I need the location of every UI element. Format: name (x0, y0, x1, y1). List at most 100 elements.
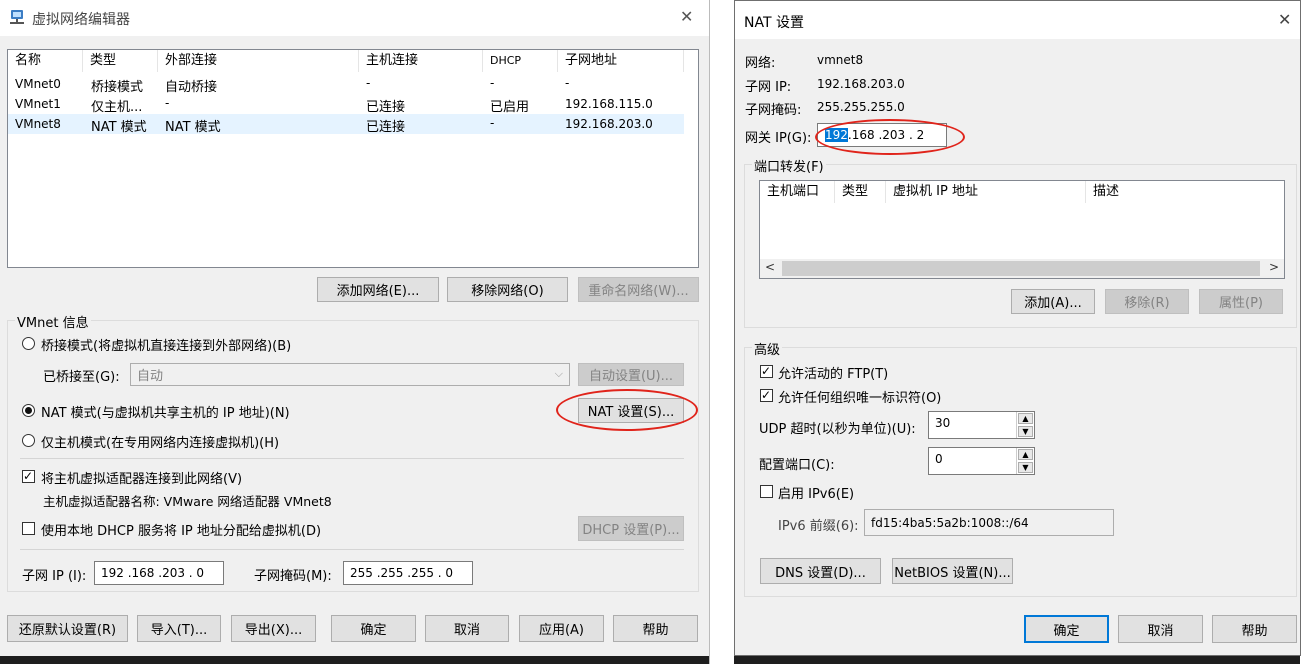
apply-button[interactable]: 应用(A) (519, 615, 604, 642)
adapter-name-text: 主机虚拟适配器名称: VMware 网络适配器 VMnet8 (43, 494, 332, 509)
row-cell: 仅主机... (91, 100, 143, 115)
row-cell: 192.168.115.0 (565, 97, 653, 111)
allow-oui-checkbox[interactable] (760, 387, 773, 403)
network-app-icon (10, 10, 24, 24)
background-window (709, 0, 734, 664)
ok-button[interactable]: 确定 (1024, 615, 1109, 643)
enable-ipv6-checkbox[interactable] (760, 485, 773, 498)
dns-settings-button[interactable]: DNS 设置(D)... (760, 558, 881, 584)
add-button[interactable]: 添加(A)... (1011, 289, 1095, 314)
col-host-port[interactable]: 主机端口 (760, 181, 835, 203)
config-port-label: 配置端口(C): (759, 458, 835, 473)
add-network-button[interactable]: 添加网络(E)... (317, 277, 439, 302)
config-port-input[interactable]: 0 ▲ ▼ (928, 447, 1035, 475)
divider (20, 549, 684, 550)
subnet-mask-value: 255.255.255.0 (817, 100, 905, 114)
down-arrow-icon[interactable]: ▼ (1018, 426, 1033, 437)
col-vm-ip[interactable]: 虚拟机 IP 地址 (886, 181, 1086, 203)
remove-button[interactable]: 移除(R) (1105, 289, 1189, 314)
subnet-ip-label: 子网 IP: (745, 80, 792, 95)
nat-mode-label: NAT 模式(与虚拟机共享主机的 IP 地址)(N) (41, 406, 290, 421)
scroll-left-icon[interactable]: < (765, 260, 775, 274)
nat-settings-button[interactable]: NAT 设置(S)... (578, 398, 684, 423)
cancel-button[interactable]: 取消 (425, 615, 509, 642)
close-icon[interactable]: ✕ (1278, 10, 1291, 29)
row-cell: NAT 模式 (165, 120, 221, 135)
scroll-right-icon[interactable]: > (1269, 260, 1279, 274)
horizontal-scrollbar[interactable]: < > (760, 259, 1284, 278)
config-port-value: 0 (935, 452, 943, 466)
row-cell: - (490, 116, 495, 130)
window-title: NAT 设置 (744, 15, 804, 31)
row-cell: 192.168.203.0 (565, 117, 653, 131)
vmnet-info-group (7, 320, 699, 592)
port-forwarding-list: 主机端口 类型 虚拟机 IP 地址 描述 < > (759, 180, 1285, 279)
col-type[interactable]: 类型 (83, 50, 158, 72)
col-dhcp[interactable]: DHCP (483, 50, 558, 72)
row-cell: VMnet1 (15, 97, 61, 111)
title-bar: NAT 设置 ✕ (735, 1, 1300, 39)
properties-button[interactable]: 属性(P) (1199, 289, 1283, 314)
cancel-button[interactable]: 取消 (1118, 615, 1203, 643)
use-dhcp-checkbox[interactable] (22, 522, 35, 535)
use-dhcp-label: 使用本地 DHCP 服务将 IP 地址分配给虚拟机(D) (41, 524, 322, 539)
remove-network-button[interactable]: 移除网络(O) (447, 277, 568, 302)
scrollbar-thumb[interactable] (782, 261, 1260, 276)
col-description[interactable]: 描述 (1086, 181, 1285, 203)
config-port-stepper[interactable]: ▲ ▼ (1016, 448, 1034, 474)
rename-network-button[interactable]: 重命名网络(W)... (578, 277, 699, 302)
subnet-mask-label: 子网掩码: (745, 103, 802, 118)
table-row[interactable]: VMnet0 桥接模式 自动桥接 - - - (8, 74, 684, 95)
ipv6-prefix-input[interactable]: fd15:4ba5:5a2b:1008::/64 (864, 509, 1114, 536)
col-host[interactable]: 主机连接 (359, 50, 483, 72)
gateway-rest-text: .168 .203 . 2 (847, 128, 925, 142)
virtual-network-editor-window: 虚拟网络编辑器 ✕ 名称 类型 外部连接 主机连接 DHCP 子网地址 VMne… (0, 0, 709, 656)
ok-button[interactable]: 确定 (331, 615, 416, 642)
up-arrow-icon[interactable]: ▲ (1018, 449, 1033, 460)
bridged-mode-label: 桥接模式(将虚拟机直接连接到外部网络)(B) (41, 339, 292, 354)
gateway-ip-input[interactable]: 192 .168 .203 . 2 (817, 123, 947, 147)
col-type[interactable]: 类型 (835, 181, 886, 203)
bridged-mode-radio[interactable] (22, 337, 35, 350)
export-button[interactable]: 导出(X)... (231, 615, 316, 642)
help-button[interactable]: 帮助 (1212, 615, 1297, 643)
row-cell: 桥接模式 (91, 80, 144, 95)
table-row[interactable]: VMnet1 仅主机... - 已连接 已启用 192.168.115.0 (8, 94, 684, 115)
title-bar: 虚拟网络编辑器 ✕ (0, 0, 709, 36)
restore-defaults-button[interactable]: 还原默认设置(R) (7, 615, 128, 642)
divider (20, 458, 684, 459)
close-icon[interactable]: ✕ (680, 7, 693, 26)
bridged-to-select[interactable]: 自动 ⌵ (130, 363, 570, 386)
window-title: 虚拟网络编辑器 (32, 12, 130, 28)
udp-timeout-value: 30 (935, 416, 951, 430)
down-arrow-icon[interactable]: ▼ (1018, 462, 1033, 473)
subnet-mask-input[interactable]: 255 .255 .255 . 0 (343, 561, 473, 585)
host-only-radio[interactable] (22, 434, 35, 447)
auto-settings-button[interactable]: 自动设置(U)... (578, 363, 684, 386)
bridged-to-value: 自动 (137, 369, 164, 384)
udp-timeout-input[interactable]: 30 ▲ ▼ (928, 411, 1035, 439)
network-list: 名称 类型 外部连接 主机连接 DHCP 子网地址 VMnet0 桥接模式 自动… (7, 49, 699, 268)
subnet-ip-input[interactable]: 192 .168 .203 . 0 (94, 561, 224, 585)
udp-timeout-label: UDP 超时(以秒为单位)(U): (759, 422, 916, 437)
udp-timeout-stepper[interactable]: ▲ ▼ (1016, 412, 1034, 438)
help-button[interactable]: 帮助 (613, 615, 698, 642)
list-header: 名称 类型 外部连接 主机连接 DHCP 子网地址 (8, 50, 698, 72)
subnet-ip-label: 子网 IP (I): (22, 569, 87, 584)
connect-adapter-checkbox[interactable] (22, 468, 35, 484)
subnet-mask-label: 子网掩码(M): (254, 569, 332, 584)
up-arrow-icon[interactable]: ▲ (1018, 413, 1033, 424)
col-subnet[interactable]: 子网地址 (558, 50, 684, 72)
row-cell: - (490, 76, 495, 90)
row-cell: NAT 模式 (91, 120, 147, 135)
netbios-settings-button[interactable]: NetBIOS 设置(N)... (892, 558, 1013, 584)
allow-ftp-checkbox[interactable] (760, 363, 773, 379)
network-label: 网络: (745, 56, 776, 71)
advanced-label: 高级 (752, 339, 783, 358)
col-name[interactable]: 名称 (8, 50, 83, 72)
nat-mode-radio[interactable] (22, 404, 35, 417)
dhcp-settings-button[interactable]: DHCP 设置(P)... (578, 516, 684, 541)
table-row-selected[interactable]: VMnet8 NAT 模式 NAT 模式 已连接 - 192.168.203.0 (8, 114, 684, 135)
col-external[interactable]: 外部连接 (158, 50, 359, 72)
import-button[interactable]: 导入(T)... (137, 615, 221, 642)
